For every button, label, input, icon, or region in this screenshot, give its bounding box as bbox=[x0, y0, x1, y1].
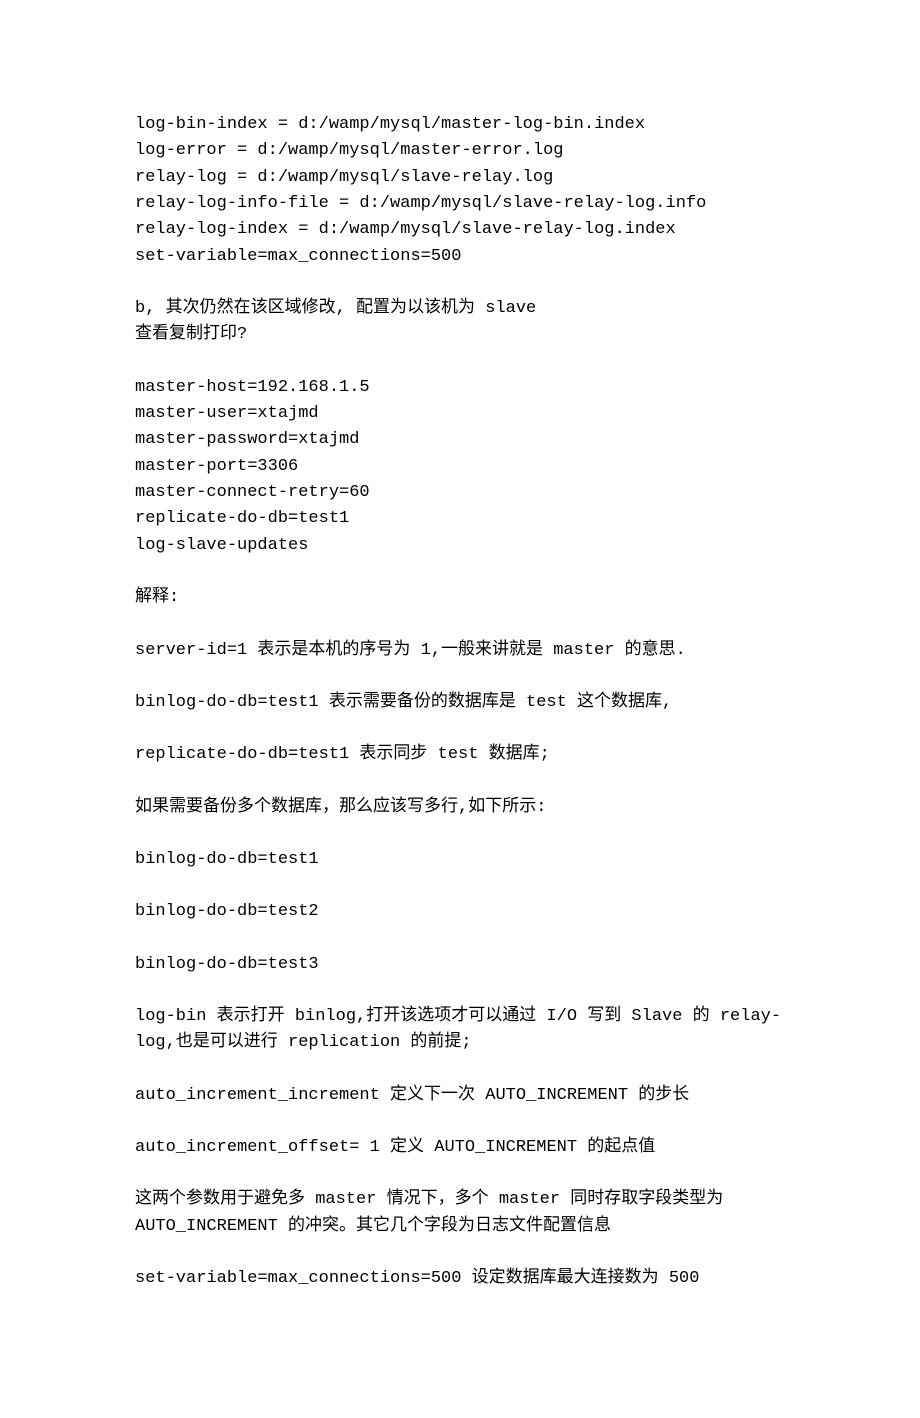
config-line: log-bin-index = d:/wamp/mysql/master-log… bbox=[135, 112, 785, 138]
config-block-2: master-host=192.168.1.5 master-user=xtaj… bbox=[135, 375, 785, 559]
paragraph-binlog-3: binlog-do-db=test3 bbox=[135, 952, 785, 978]
section-b: b, 其次仍然在该区域修改, 配置为以该机为 slave 查看复制打印? bbox=[135, 296, 785, 349]
config-line: set-variable=max_connections=500 bbox=[135, 244, 785, 270]
paragraph-auto-offset: auto_increment_offset= 1 定义 AUTO_INCREME… bbox=[135, 1135, 785, 1161]
section-b-line: 查看复制打印? bbox=[135, 322, 785, 348]
paragraph-binlog-2: binlog-do-db=test2 bbox=[135, 899, 785, 925]
paragraph-logbin: log-bin 表示打开 binlog,打开该选项才可以通过 I/O 写到 Sl… bbox=[135, 1004, 785, 1057]
paragraph-binlog-1: binlog-do-db=test1 bbox=[135, 847, 785, 873]
paragraph-replicate-do-db: replicate-do-db=test1 表示同步 test 数据库; bbox=[135, 742, 785, 768]
config-line: master-password=xtajmd bbox=[135, 427, 785, 453]
section-b-line: b, 其次仍然在该区域修改, 配置为以该机为 slave bbox=[135, 296, 785, 322]
paragraph-conflict: 这两个参数用于避免多 master 情况下，多个 master 同时存取字段类型… bbox=[135, 1187, 785, 1240]
config-line: log-error = d:/wamp/mysql/master-error.l… bbox=[135, 138, 785, 164]
config-line: master-connect-retry=60 bbox=[135, 480, 785, 506]
config-line: master-port=3306 bbox=[135, 454, 785, 480]
document-page: log-bin-index = d:/wamp/mysql/master-log… bbox=[0, 0, 920, 1418]
paragraph-server-id: server-id=1 表示是本机的序号为 1,一般来讲就是 master 的意… bbox=[135, 638, 785, 664]
config-block-1: log-bin-index = d:/wamp/mysql/master-log… bbox=[135, 112, 785, 270]
config-line: relay-log-info-file = d:/wamp/mysql/slav… bbox=[135, 191, 785, 217]
config-line: relay-log = d:/wamp/mysql/slave-relay.lo… bbox=[135, 165, 785, 191]
config-line: relay-log-index = d:/wamp/mysql/slave-re… bbox=[135, 217, 785, 243]
paragraph-maxconn: set-variable=max_connections=500 设定数据库最大… bbox=[135, 1266, 785, 1292]
config-line: log-slave-updates bbox=[135, 533, 785, 559]
config-line: replicate-do-db=test1 bbox=[135, 506, 785, 532]
paragraph-binlog-do-db: binlog-do-db=test1 表示需要备份的数据库是 test 这个数据… bbox=[135, 690, 785, 716]
paragraph-auto-increment: auto_increment_increment 定义下一次 AUTO_INCR… bbox=[135, 1083, 785, 1109]
paragraph-multi-db: 如果需要备份多个数据库，那么应该写多行,如下所示: bbox=[135, 795, 785, 821]
config-line: master-host=192.168.1.5 bbox=[135, 375, 785, 401]
config-line: master-user=xtajmd bbox=[135, 401, 785, 427]
explain-heading: 解释: bbox=[135, 585, 785, 611]
